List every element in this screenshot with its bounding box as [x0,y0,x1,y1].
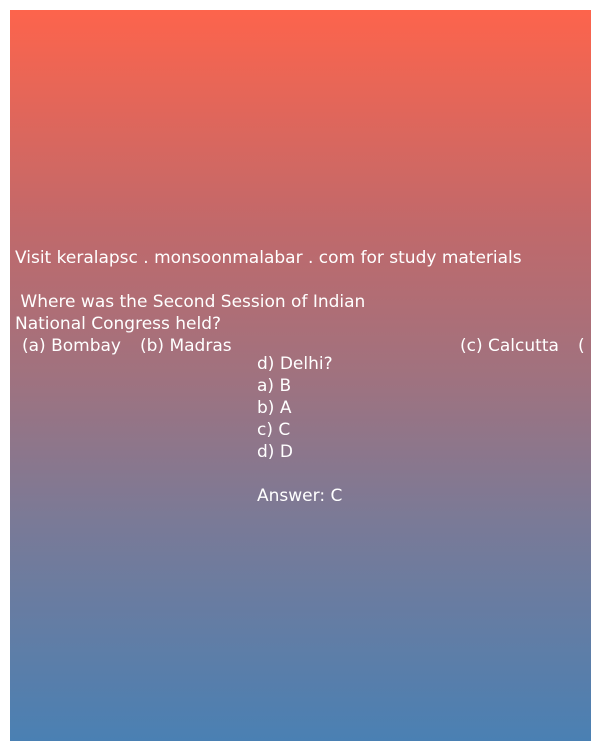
question-line-2: National Congress held? [15,314,222,334]
option-a: (a) Bombay [22,336,121,356]
option-c: (c) Calcutta [460,336,559,356]
option-b: (b) Madras [140,336,232,356]
option-d: d) Delhi? [257,354,333,374]
choice-a: a) B [257,376,292,396]
question-card: Visit keralapsc . monsoonmalabar . com f… [10,10,591,741]
choice-d: d) D [257,442,293,462]
question-line-1: Where was the Second Session of Indian [15,292,366,312]
choice-c: c) C [257,420,291,440]
option-d-open-paren: ( [578,336,585,356]
answer-text: Answer: C [257,486,343,506]
site-line: Visit keralapsc . monsoonmalabar . com f… [15,248,522,268]
choice-b: b) A [257,398,292,418]
